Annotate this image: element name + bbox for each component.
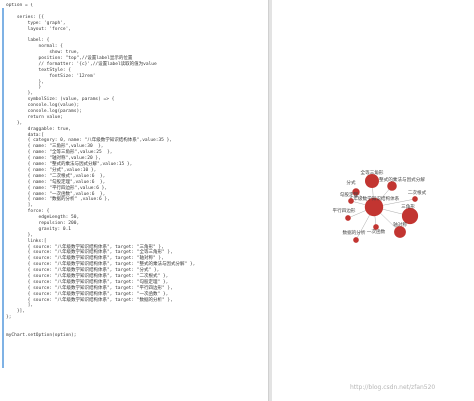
code-text[interactable]: option = { series: [{ type: 'graph', lay… <box>6 3 266 398</box>
graph-node[interactable] <box>412 196 418 202</box>
graph-node-label: 三角形 <box>401 203 415 210</box>
code-editor[interactable]: option = { series: [{ type: 'graph', lay… <box>0 0 268 401</box>
graph-node[interactable] <box>345 215 351 221</box>
graph-node-label: 轴对称 <box>393 221 407 228</box>
graph-node[interactable] <box>353 237 359 243</box>
graph-node-label: 数据的分析 <box>343 229 366 236</box>
fold-indicator <box>2 8 4 368</box>
graph-node[interactable] <box>348 198 354 204</box>
graph-node[interactable] <box>373 224 379 230</box>
graph-node-label: 整式的乘法与因式分解 <box>379 176 425 183</box>
graph-node[interactable] <box>365 174 379 188</box>
graph-node-label: 勾股定理 <box>340 191 359 198</box>
watermark-text: http://blog.csdn.net/zfan520 <box>350 384 436 391</box>
graph-node-label: 全等三角形 <box>361 169 384 176</box>
force-graph-chart[interactable]: 八年级数学知识结构体系三角形全等三角形轴对称整式的乘法与因式分解分式二次根式勾股… <box>272 0 474 380</box>
graph-node-label: 平行四边形 <box>333 207 356 214</box>
graph-node-label: 分式 <box>346 179 356 186</box>
graph-node[interactable] <box>401 207 419 225</box>
graph-node-label: 二次根式 <box>408 189 427 196</box>
code-line[interactable]: myChart.setOption(option); <box>6 333 266 339</box>
graph-node-label: 一次函数 <box>367 228 386 235</box>
